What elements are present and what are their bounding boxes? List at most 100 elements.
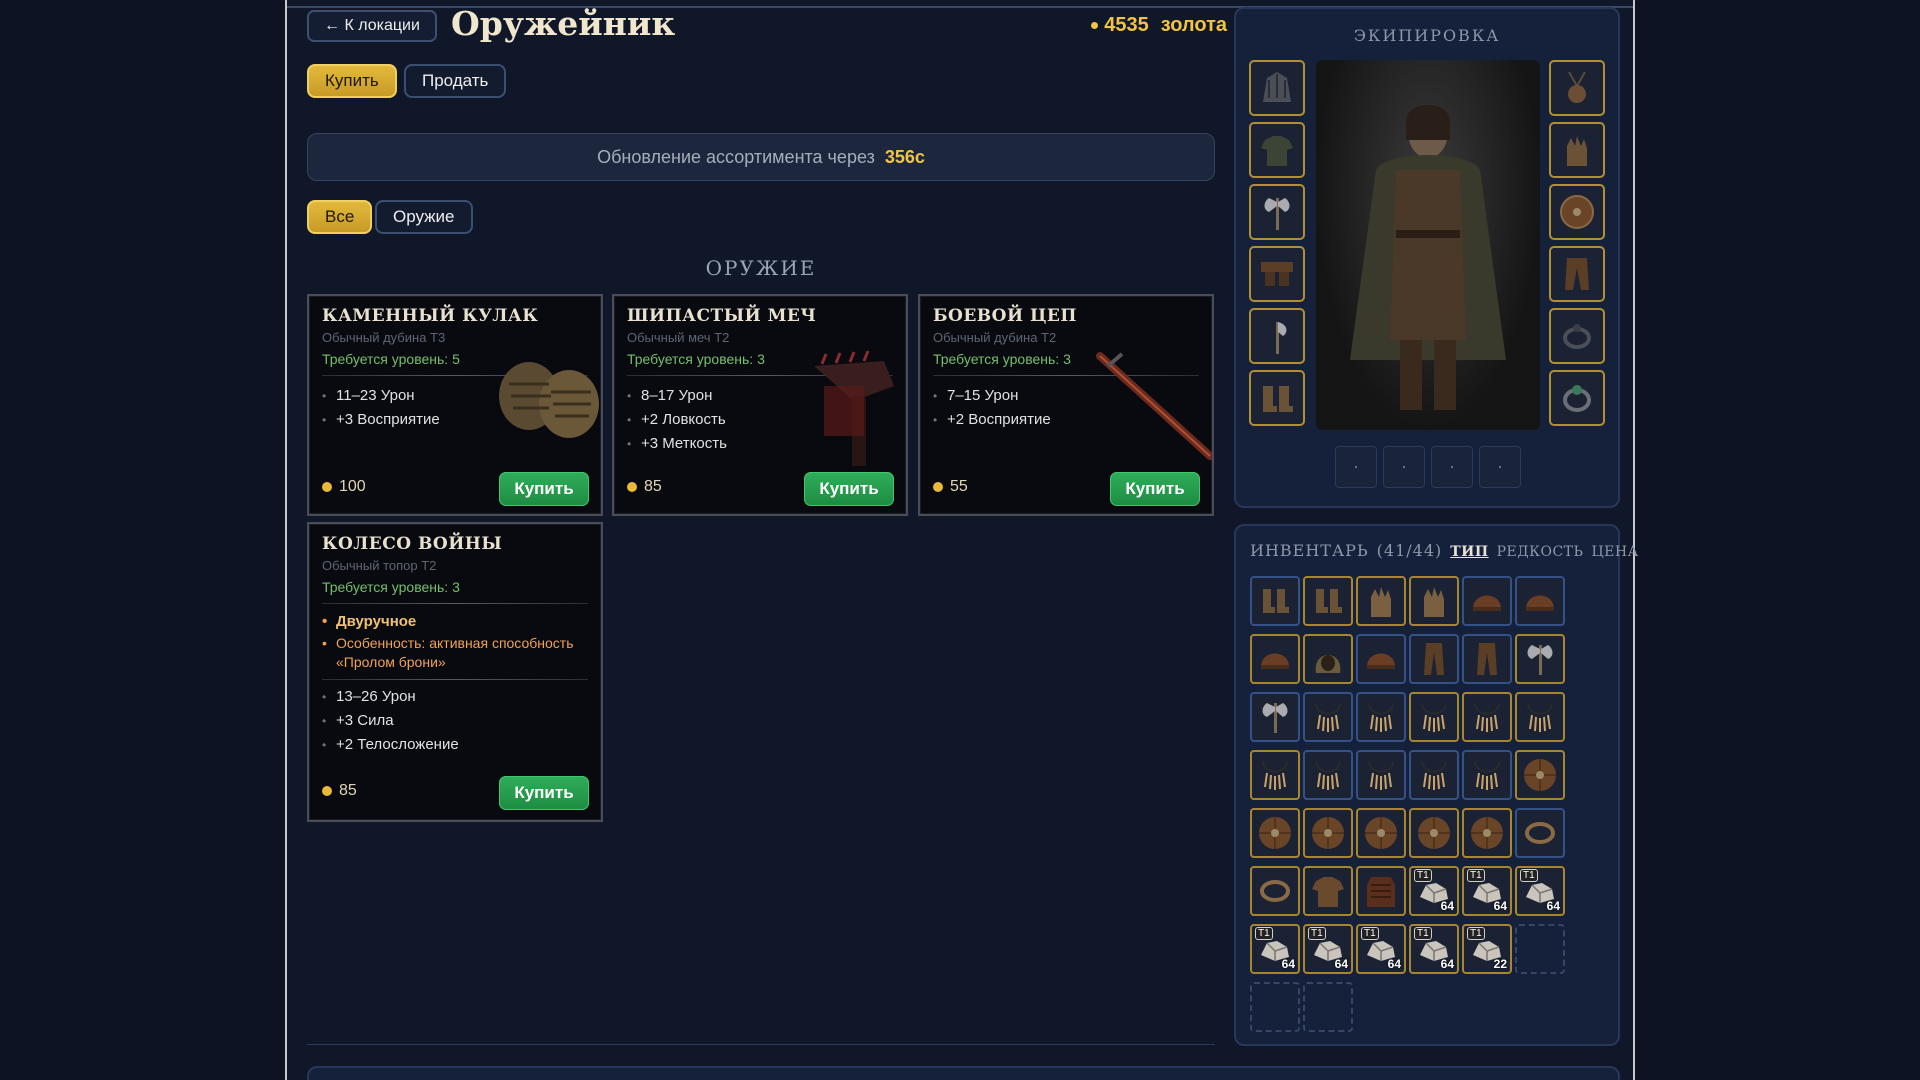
inventory-item[interactable] [1250,634,1300,684]
inventory-item[interactable] [1356,692,1406,742]
item-requirement: Требуется уровень: 3 [627,351,765,367]
item-stat: 7–15 Урон [933,384,1051,408]
inventory-item[interactable]: T1 64 [1409,924,1459,974]
item-stat: +3 Сила [322,709,459,733]
helmet-icon [1263,72,1291,102]
character-figure-icon [1350,105,1506,410]
buy-button[interactable]: Купить [499,776,589,810]
inventory-empty-slot[interactable] [1303,982,1353,1032]
inventory-item[interactable]: T1 64 [1515,866,1565,916]
inventory-item[interactable] [1515,808,1565,858]
ring-slot[interactable] [1549,308,1605,364]
buy-button[interactable]: Купить [499,472,589,506]
inventory-item[interactable] [1356,866,1406,916]
inventory-item[interactable]: T1 64 [1356,924,1406,974]
inventory-item[interactable] [1303,750,1353,800]
inventory-item[interactable] [1250,576,1300,626]
buy-button[interactable]: Купить [1110,472,1200,506]
helmet-icon [1367,653,1395,669]
filter-weapons[interactable]: Оружие [375,200,473,234]
offhand-slot[interactable] [1249,308,1305,364]
inventory-item[interactable]: T1 64 [1409,866,1459,916]
inventory-item[interactable] [1462,576,1512,626]
tier-badge: T1 [1308,927,1326,940]
inventory-item[interactable] [1356,808,1406,858]
inventory-item[interactable] [1250,866,1300,916]
inventory-item[interactable] [1250,750,1300,800]
helmet-icon [1526,595,1554,611]
stack-count: 64 [1440,957,1454,971]
inventory-item[interactable] [1356,750,1406,800]
inventory-item[interactable] [1356,576,1406,626]
inventory-item[interactable] [1303,692,1353,742]
item-subtitle: Обычный дубина Т2 [933,330,1057,345]
inventory-item[interactable] [1303,634,1353,684]
inventory-item[interactable] [1515,576,1565,626]
inventory-empty-slot[interactable] [1250,982,1300,1032]
sort-by-rarity[interactable]: РЕДКОСТЬ [1497,544,1584,560]
inventory-item[interactable] [1250,808,1300,858]
inventory-item[interactable] [1409,692,1459,742]
belt-slot[interactable] [1249,246,1305,302]
inventory-empty-slot[interactable] [1515,924,1565,974]
tab-buy[interactable]: Купить [307,64,397,98]
necklace-icon [1474,760,1500,790]
inventory-item[interactable] [1409,750,1459,800]
inventory-title: ИНВЕНТАРЬ [1250,541,1369,560]
inventory-item[interactable] [1462,634,1512,684]
pants-icon [1424,643,1444,675]
shirt-slot[interactable] [1249,122,1305,178]
item-requirement: Требуется уровень: 3 [933,351,1071,367]
game-frame: ← К локации Оружейник 4535 золота Купить… [285,0,1638,1080]
inventory-count: (41/44) [1376,541,1443,560]
amulet-slot[interactable] [1549,60,1605,116]
quick-slot[interactable] [1479,446,1521,488]
inventory-item[interactable] [1409,576,1459,626]
gold-balance: 4535 золота [1091,14,1227,37]
back-to-location-button[interactable]: ← К локации [307,10,437,42]
necklace-icon [1315,702,1341,732]
inventory-item[interactable]: T1 64 [1303,924,1353,974]
inventory-item[interactable] [1462,808,1512,858]
boots-slot[interactable] [1249,370,1305,426]
inventory-item[interactable] [1409,634,1459,684]
inventory-item[interactable] [1303,866,1353,916]
inventory-item[interactable] [1303,808,1353,858]
pants-icon [1565,258,1589,290]
quick-slot[interactable] [1431,446,1473,488]
quick-slot[interactable] [1383,446,1425,488]
filter-all[interactable]: Все [307,200,373,234]
weapon-slot[interactable] [1249,184,1305,240]
tab-sell[interactable]: Продать [404,64,507,98]
inventory-item[interactable] [1515,750,1565,800]
ring-slot[interactable] [1549,370,1605,426]
inventory-item[interactable] [1250,692,1300,742]
tier-badge: T1 [1467,869,1485,882]
stack-count: 64 [1281,957,1295,971]
inventory-item[interactable]: T1 22 [1462,924,1512,974]
shield-slot[interactable] [1549,184,1605,240]
shop-item-card: КАМЕННЫЙ КУЛАК Обычный дубина Т3 Требует… [307,294,603,516]
item-name: ШИПАСТЫЙ МЕЧ [627,306,817,326]
inventory-item[interactable]: T1 64 [1462,866,1512,916]
buy-button[interactable]: Купить [804,472,894,506]
sort-by-type[interactable]: ТИП [1450,544,1488,560]
helmet-slot[interactable] [1249,60,1305,116]
inventory-item[interactable]: T1 64 [1250,924,1300,974]
sort-by-price[interactable]: ЦЕНА [1591,544,1638,560]
refresh-timer: 356с [884,146,925,167]
inventory-item[interactable] [1515,634,1565,684]
gloves-slot[interactable] [1549,122,1605,178]
inventory-item[interactable] [1515,692,1565,742]
inventory-item[interactable] [1462,692,1512,742]
axe-icon [1262,703,1288,733]
inventory-item[interactable] [1356,634,1406,684]
item-stat: +2 Восприятие [933,408,1051,432]
inventory-item[interactable] [1303,576,1353,626]
inventory-item[interactable] [1409,808,1459,858]
pants-slot[interactable] [1549,246,1605,302]
shield-icon [1312,817,1344,849]
quick-slot[interactable] [1335,446,1377,488]
item-stat: 13–26 Урон [322,685,459,709]
inventory-item[interactable] [1462,750,1512,800]
